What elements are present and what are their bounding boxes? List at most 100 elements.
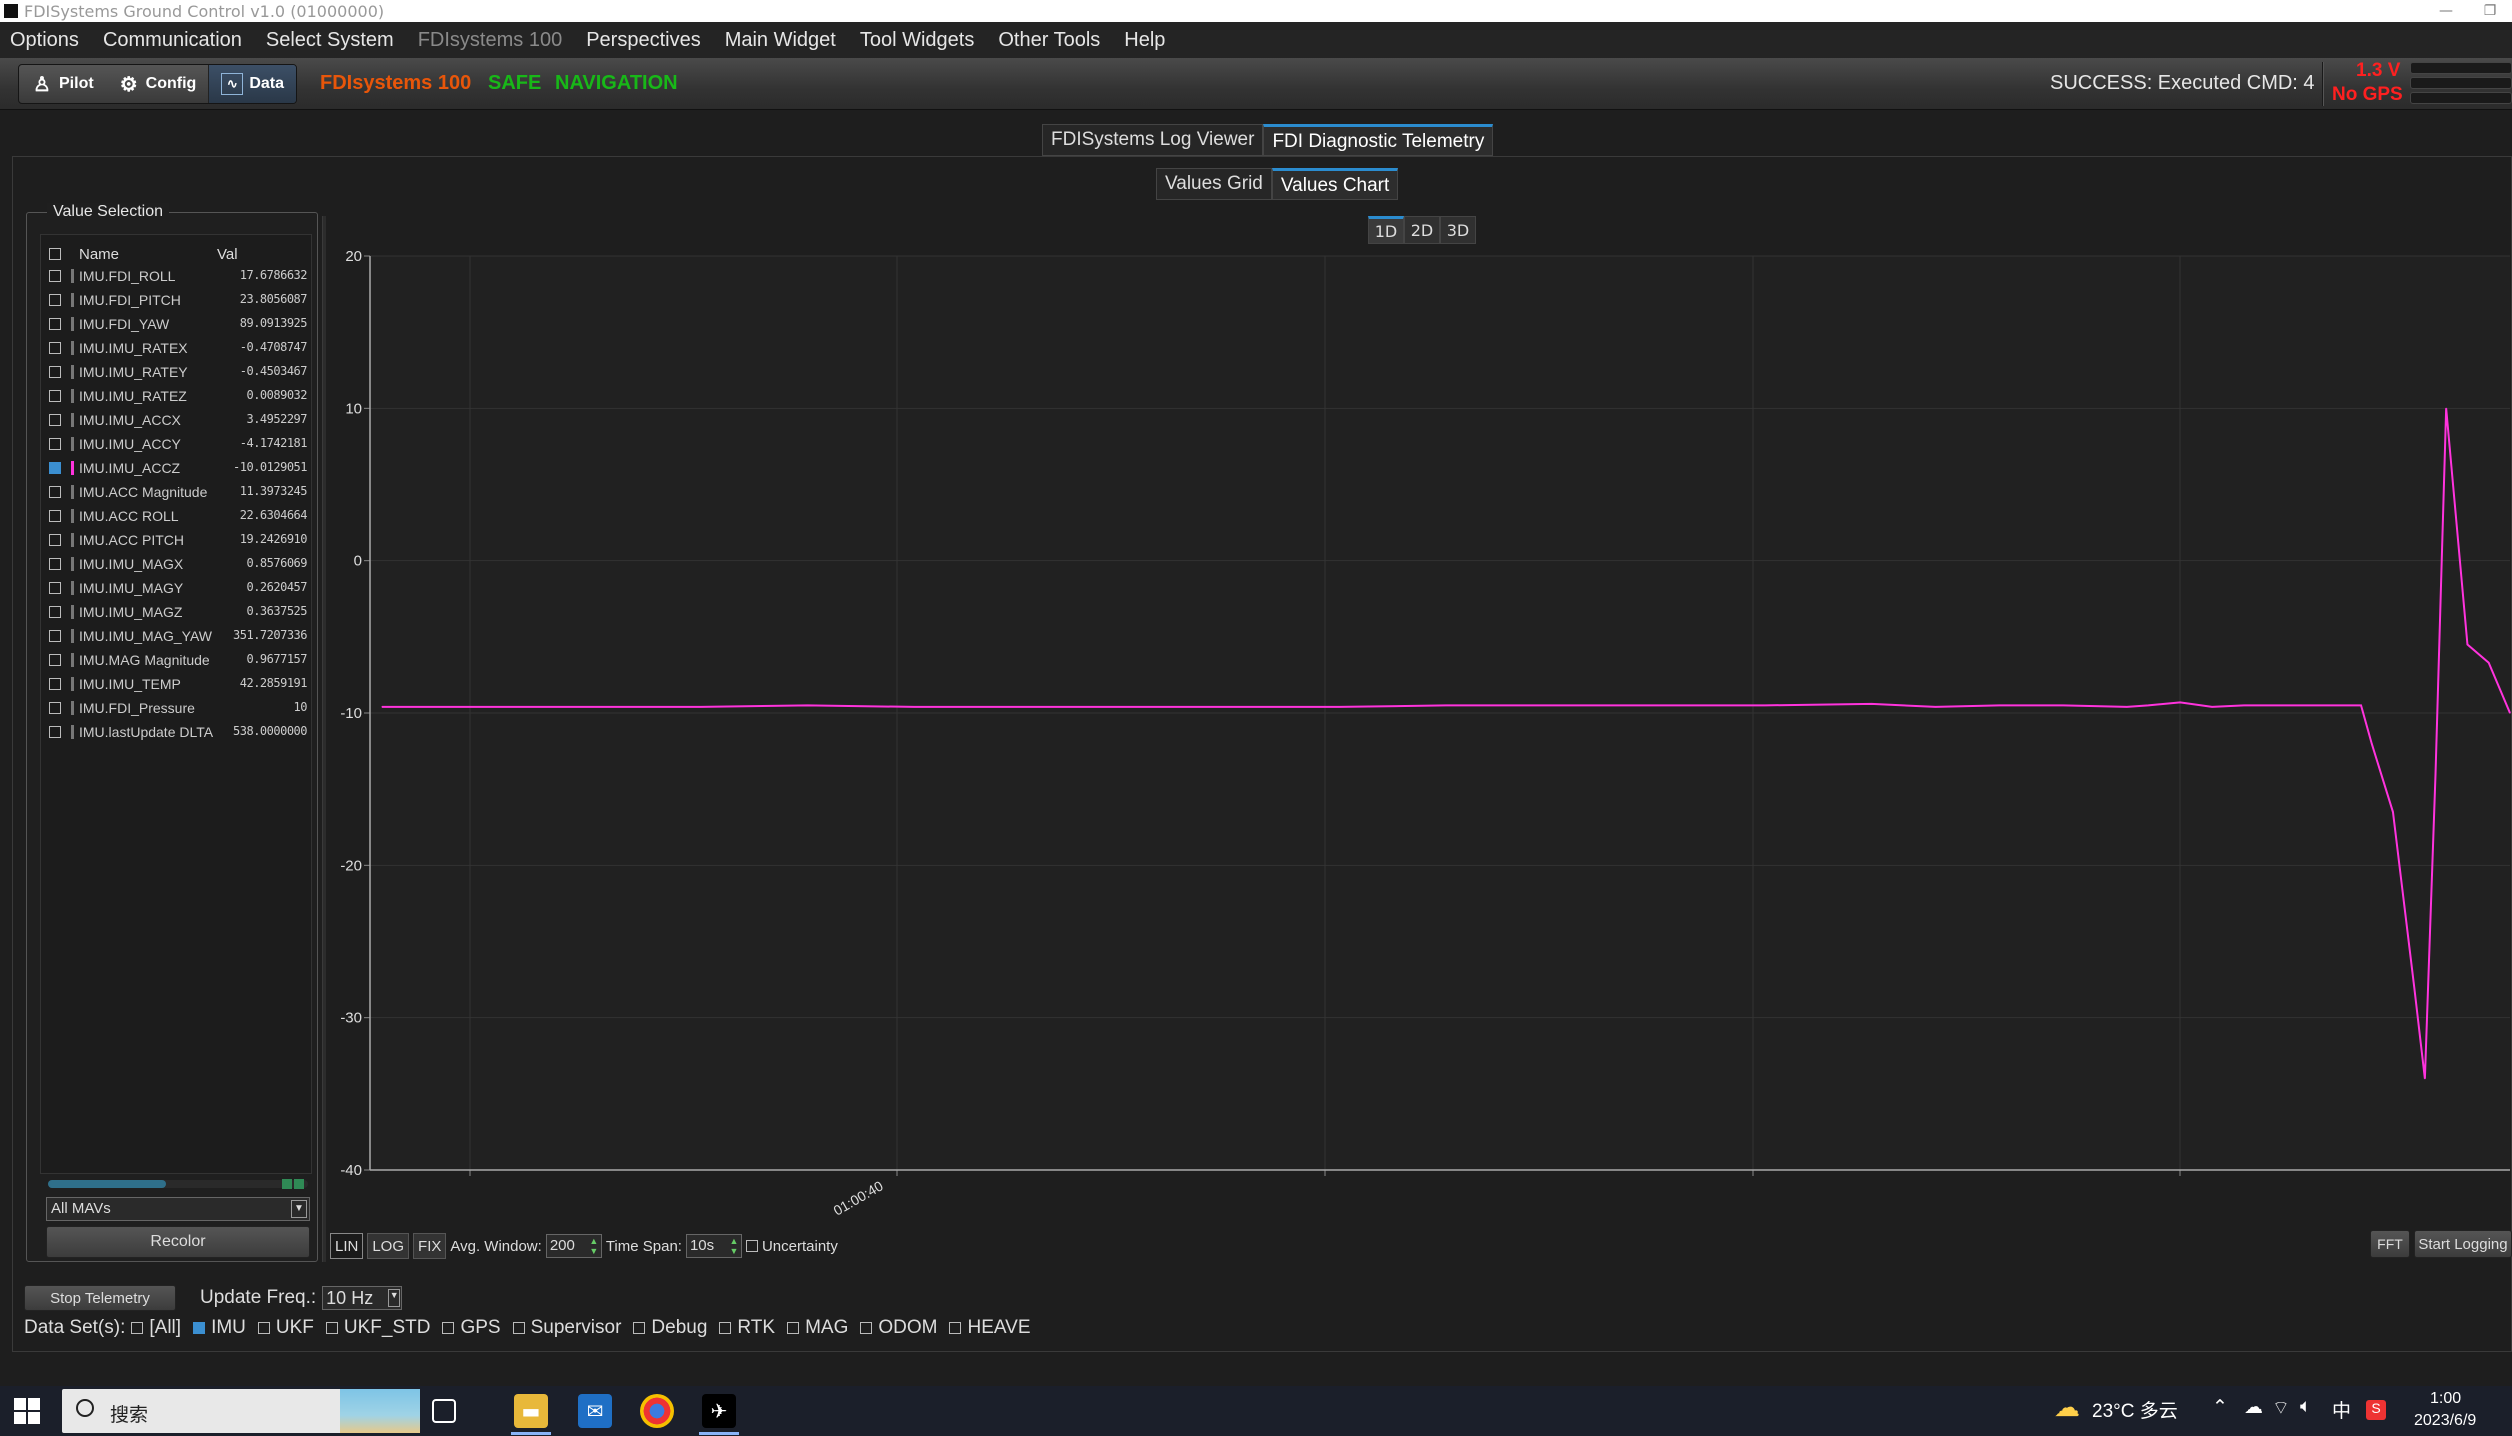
ime-s-icon[interactable]: S	[2366, 1400, 2386, 1420]
tab-log-viewer[interactable]: FDISystems Log Viewer	[1042, 124, 1264, 156]
weather-text[interactable]: 23°C 多云	[2092, 1396, 2178, 1423]
value-row[interactable]: IMU.IMU_ACCX 3.4952297	[41, 409, 311, 433]
series-color-swatch[interactable]	[71, 653, 74, 667]
menu-item-select-system[interactable]: Select System	[266, 29, 394, 52]
pilot-mode-button[interactable]: ♙ Pilot	[19, 65, 106, 103]
value-checkbox[interactable]	[49, 678, 61, 690]
tab-diagnostic-telemetry[interactable]: FDI Diagnostic Telemetry	[1263, 124, 1494, 156]
menu-item-help[interactable]: Help	[1124, 29, 1165, 52]
value-checkbox[interactable]	[49, 534, 61, 546]
value-row[interactable]: IMU.MAG Magnitude 0.9677157	[41, 649, 311, 673]
dataset-option-gps[interactable]: GPS	[442, 1317, 501, 1339]
menu-item-main-widget[interactable]: Main Widget	[725, 29, 836, 52]
value-checkbox[interactable]	[49, 510, 61, 522]
value-row[interactable]: IMU.IMU_TEMP 42.2859191	[41, 673, 311, 697]
value-row[interactable]: IMU.IMU_RATEZ 0.0089032	[41, 385, 311, 409]
dataset-option-heave[interactable]: HEAVE	[949, 1317, 1031, 1339]
update-freq-select[interactable]: 10 Hz ▼	[322, 1286, 403, 1310]
dataset-checkbox[interactable]	[131, 1322, 144, 1334]
clock-date[interactable]: 2023/6/9	[2414, 1412, 2476, 1430]
file-explorer-icon[interactable]: ▬	[514, 1394, 548, 1428]
value-row[interactable]: IMU.IMU_RATEX -0.4708747	[41, 337, 311, 361]
dataset-checkbox[interactable]	[719, 1322, 732, 1334]
series-color-swatch[interactable]	[71, 413, 74, 427]
menu-item-perspectives[interactable]: Perspectives	[586, 29, 701, 52]
value-row[interactable]: IMU.ACC ROLL 22.6304664	[41, 505, 311, 529]
value-checkbox[interactable]	[49, 318, 61, 330]
chevron-down-icon[interactable]: ▼	[388, 1289, 401, 1307]
task-view-icon[interactable]	[432, 1399, 456, 1423]
fix-scale-button[interactable]: FIX	[413, 1233, 447, 1259]
ground-control-app-icon[interactable]: ✈	[702, 1394, 736, 1428]
value-checkbox[interactable]	[49, 390, 61, 402]
value-checkbox[interactable]	[49, 726, 61, 738]
series-color-swatch[interactable]	[71, 341, 74, 355]
scroll-thumb[interactable]	[48, 1180, 166, 1188]
taskbar-search-box[interactable]: 搜索	[62, 1389, 420, 1433]
dataset-option-imu[interactable]: IMU	[193, 1317, 246, 1339]
value-checkbox[interactable]	[49, 702, 61, 714]
time-span-spinbox[interactable]: 10s ▲ ▼	[685, 1234, 742, 1258]
value-row[interactable]: IMU.FDI_YAW 89.0913925	[41, 313, 311, 337]
series-color-swatch[interactable]	[71, 677, 74, 691]
series-color-swatch[interactable]	[71, 557, 74, 571]
value-checkbox[interactable]	[49, 630, 61, 642]
value-checkbox[interactable]	[49, 558, 61, 570]
series-color-swatch[interactable]	[71, 629, 74, 643]
mail-icon[interactable]: ✉	[578, 1394, 612, 1428]
series-color-swatch[interactable]	[71, 485, 74, 499]
fft-button[interactable]: FFT	[2370, 1230, 2410, 1258]
dataset-option-all[interactable]: [All]	[131, 1317, 181, 1339]
start-logging-button[interactable]: Start Logging	[2414, 1230, 2512, 1258]
spin-arrows-icon[interactable]: ▲ ▼	[728, 1236, 740, 1256]
config-mode-button[interactable]: ⚙ Config	[106, 65, 209, 103]
dataset-option-debug[interactable]: Debug	[633, 1317, 707, 1339]
volume-icon[interactable]: 🔈︎	[2300, 1396, 2311, 1418]
tab-values-grid[interactable]: Values Grid	[1156, 168, 1272, 200]
series-color-swatch[interactable]	[71, 437, 74, 451]
value-row[interactable]: IMU.IMU_MAGZ 0.3637525	[41, 601, 311, 625]
series-color-swatch[interactable]	[71, 365, 74, 379]
value-checkbox[interactable]	[49, 582, 61, 594]
chevron-down-icon[interactable]: ▼	[291, 1200, 307, 1218]
value-checkbox[interactable]	[49, 294, 61, 306]
value-row[interactable]: IMU.FDI_Pressure 10	[41, 697, 311, 721]
value-row[interactable]: IMU.IMU_MAG_YAW 351.7207336	[41, 625, 311, 649]
series-color-swatch[interactable]	[71, 533, 74, 547]
dataset-checkbox[interactable]	[787, 1322, 800, 1334]
series-color-swatch[interactable]	[71, 293, 74, 307]
value-row[interactable]: IMU.IMU_ACCY -4.1742181	[41, 433, 311, 457]
value-list-hscrollbar[interactable]	[48, 1179, 308, 1189]
ime-indicator[interactable]: 中	[2332, 1396, 2351, 1423]
dataset-option-mag[interactable]: MAG	[787, 1317, 848, 1339]
value-checkbox[interactable]	[49, 342, 61, 354]
dataset-option-ukf[interactable]: UKF	[257, 1317, 314, 1339]
series-color-swatch[interactable]	[71, 725, 74, 739]
value-checkbox[interactable]	[49, 654, 61, 666]
panel-splitter[interactable]	[322, 216, 326, 1262]
data-mode-button[interactable]: ∿ Data	[208, 65, 297, 103]
menu-item-tool-widgets[interactable]: Tool Widgets	[860, 29, 975, 52]
value-row[interactable]: IMU.lastUpdate DLTA 538.0000000	[41, 721, 311, 745]
dataset-checkbox[interactable]	[512, 1322, 525, 1334]
linear-scale-button[interactable]: LIN	[330, 1233, 364, 1259]
value-row[interactable]: IMU.FDI_PITCH 23.8056087	[41, 289, 311, 313]
uncertainty-checkbox[interactable]	[745, 1240, 758, 1252]
dataset-checkbox[interactable]	[860, 1322, 873, 1334]
clock-time[interactable]: 1:00	[2430, 1390, 2461, 1408]
chrome-icon[interactable]	[640, 1394, 674, 1428]
value-row[interactable]: IMU.IMU_MAGX 0.8576069	[41, 553, 311, 577]
value-row[interactable]: IMU.IMU_MAGY 0.2620457	[41, 577, 311, 601]
dataset-checkbox[interactable]	[949, 1322, 962, 1334]
series-color-swatch[interactable]	[71, 509, 74, 523]
menu-item-other-tools[interactable]: Other Tools	[998, 29, 1100, 52]
series-color-swatch[interactable]	[71, 581, 74, 595]
avg-window-spinbox[interactable]: 200 ▲ ▼	[545, 1234, 602, 1258]
tab-values-chart[interactable]: Values Chart	[1271, 168, 1399, 200]
series-color-swatch[interactable]	[71, 701, 74, 715]
chevron-up-icon[interactable]: ⌃	[2212, 1396, 2228, 1419]
minimize-button[interactable]: —	[2424, 0, 2468, 22]
value-row[interactable]: IMU.IMU_RATEY -0.4503467	[41, 361, 311, 385]
scroll-right-arrow-icon[interactable]	[294, 1179, 304, 1189]
dataset-checkbox[interactable]	[633, 1322, 646, 1334]
